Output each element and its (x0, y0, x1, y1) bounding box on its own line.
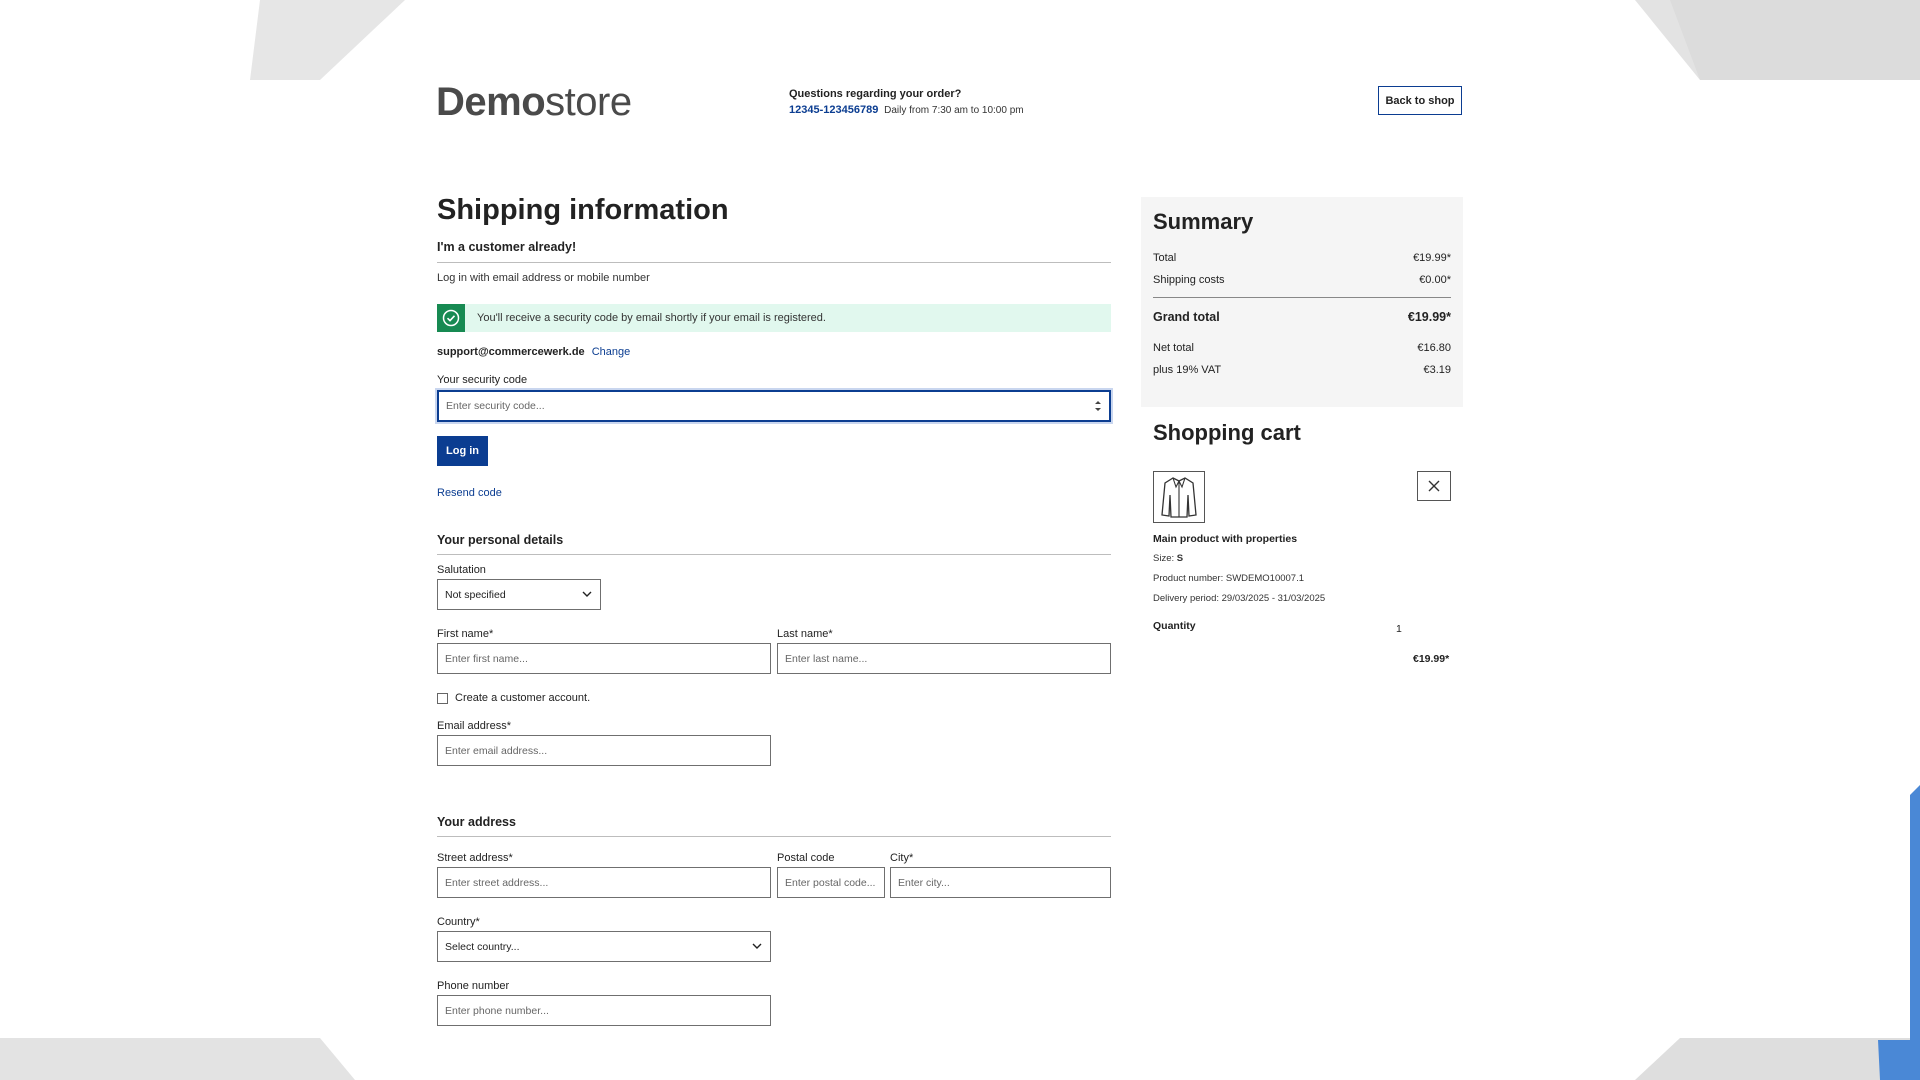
cart-title: Shopping cart (1153, 420, 1301, 445)
help-hours: Daily from 7:30 am to 10:00 pm (884, 105, 1024, 116)
store-logo[interactable]: Demostore (436, 80, 632, 125)
product-size: Size: S (1153, 553, 1183, 564)
salutation-label: Salutation (437, 564, 486, 576)
postal-code-label: Postal code (777, 852, 835, 864)
size-label: Size: (1153, 553, 1175, 564)
country-select[interactable]: Select country... (437, 931, 771, 962)
personal-details-heading: Your personal details (437, 533, 564, 547)
login-email-row: support@commercewerk.de Change (437, 346, 630, 358)
phone-label: Phone number (437, 980, 510, 992)
summary-shipping-row: Shipping costs €0.00* (1153, 274, 1451, 286)
first-name-label: First name* (437, 628, 494, 640)
summary-net-row: Net total €16.80 (1153, 342, 1451, 354)
existing-customer-heading: I'm a customer already! (437, 240, 577, 254)
security-code-input[interactable]: Enter security code... (437, 390, 1111, 422)
city-placeholder: Enter city... (898, 876, 950, 889)
city-input[interactable]: Enter city... (890, 867, 1111, 898)
postal-code-input[interactable]: Enter postal code... (777, 867, 885, 898)
security-code-label: Your security code (437, 374, 528, 386)
check-circle-icon (437, 304, 465, 332)
total-value: €19.99* (1413, 252, 1451, 264)
summary-vat-row: plus 19% VAT €3.19 (1153, 364, 1451, 376)
net-total-label: Net total (1153, 342, 1194, 354)
total-label: Total (1153, 252, 1177, 264)
phone-input[interactable]: Enter phone number... (437, 995, 771, 1026)
country-label: Country* (437, 916, 480, 928)
divider (437, 836, 1111, 837)
login-button[interactable]: Log in (437, 436, 488, 466)
vat-value: €3.19 (1423, 364, 1451, 376)
first-name-input[interactable]: Enter first name... (437, 643, 771, 674)
net-total-value: €16.80 (1417, 342, 1451, 354)
create-account-label[interactable]: Create a customer account. (455, 692, 590, 704)
chevron-down-icon (752, 943, 762, 949)
logo-light: store (545, 80, 632, 124)
security-code-placeholder: Enter security code... (446, 400, 545, 412)
email-placeholder: Enter email address... (445, 744, 548, 757)
summary-grand-total-row: Grand total €19.99* (1153, 310, 1451, 324)
street-label: Street address* (437, 852, 513, 864)
street-placeholder: Enter street address... (445, 876, 549, 889)
create-account-checkbox[interactable] (437, 692, 448, 704)
first-name-placeholder: Enter first name... (445, 652, 528, 665)
country-value: Select country... (445, 940, 520, 953)
address-heading: Your address (437, 815, 516, 829)
page-title: Shipping information (437, 194, 729, 226)
resend-code-link[interactable]: Resend code (437, 487, 502, 499)
product-thumbnail[interactable] (1153, 471, 1205, 523)
city-label: City* (890, 852, 914, 864)
remove-item-button[interactable] (1417, 471, 1451, 501)
quantity-value[interactable]: 1 (1396, 623, 1402, 635)
close-icon (1428, 480, 1440, 492)
delivery-period: Delivery period: 29/03/2025 - 31/03/2025 (1153, 593, 1326, 604)
quantity-label: Quantity (1153, 620, 1196, 632)
product-name[interactable]: Main product with properties (1153, 533, 1297, 545)
alert-text: You'll receive a security code by email … (477, 312, 826, 324)
change-email-link[interactable]: Change (592, 346, 631, 358)
logo-bold: Demo (436, 80, 546, 124)
grand-total-label: Grand total (1153, 310, 1220, 324)
summary-total-row: Total €19.99* (1153, 252, 1451, 264)
chevron-down-icon (582, 591, 592, 597)
divider (437, 554, 1111, 555)
grand-total-value: €19.99* (1407, 310, 1451, 324)
last-name-placeholder: Enter last name... (785, 652, 868, 665)
item-price: €19.99* (1413, 653, 1450, 665)
email-label: Email address* (437, 720, 511, 732)
login-instruction: Log in with email address or mobile numb… (437, 272, 650, 284)
salutation-select[interactable]: Not specified (437, 579, 601, 610)
help-contact: 12345-123456789 Daily from 7:30 am to 10… (789, 104, 1024, 116)
salutation-value: Not specified (445, 588, 506, 601)
help-question: Questions regarding your order? (789, 88, 962, 100)
login-email: support@commercewerk.de (437, 346, 585, 358)
size-value: S (1176, 553, 1184, 564)
product-number: Product number: SWDEMO10007.1 (1153, 573, 1305, 584)
last-name-input[interactable]: Enter last name... (777, 643, 1111, 674)
last-name-label: Last name* (777, 628, 833, 640)
phone-placeholder: Enter phone number... (445, 1004, 549, 1017)
help-phone-link[interactable]: 12345-123456789 (789, 104, 878, 116)
postal-code-placeholder: Enter postal code... (785, 876, 876, 889)
divider (437, 262, 1111, 263)
divider (1153, 297, 1451, 298)
number-spinner-icon[interactable] (1094, 399, 1102, 413)
street-input[interactable]: Enter street address... (437, 867, 771, 898)
shipping-label: Shipping costs (1153, 274, 1225, 286)
back-to-shop-button[interactable]: Back to shop (1378, 86, 1462, 115)
create-account-row: Create a customer account. (437, 692, 590, 704)
success-alert: You'll receive a security code by email … (437, 304, 1111, 332)
vat-label: plus 19% VAT (1153, 364, 1222, 376)
shipping-value: €0.00* (1419, 274, 1451, 286)
email-input[interactable]: Enter email address... (437, 735, 771, 766)
summary-title: Summary (1153, 209, 1254, 234)
jacket-icon (1161, 477, 1197, 518)
